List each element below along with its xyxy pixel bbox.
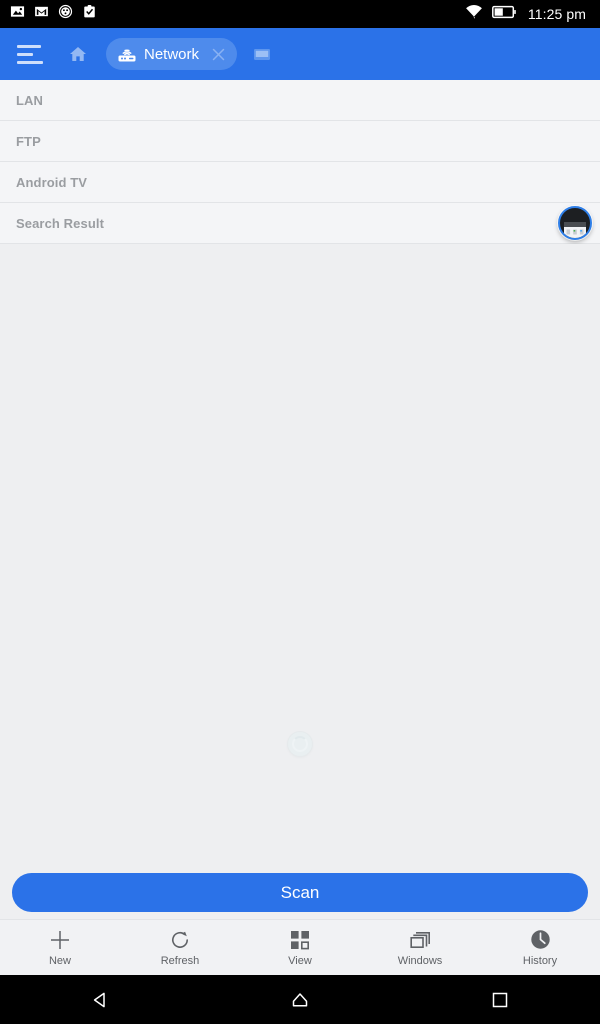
status-system-icons: 11:25 pm [465,4,586,24]
list-item[interactable]: LAN [0,80,600,121]
status-clock: 11:25 pm [527,6,586,22]
toolbar-item-windows[interactable]: Windows [360,920,480,975]
clipboard-check-notification-icon [82,4,97,24]
close-icon[interactable] [203,39,233,69]
clock-history-icon [530,929,551,951]
toolbar-item-refresh[interactable]: Refresh [120,920,240,975]
home-icon[interactable] [64,40,92,68]
network-source-list: LAN FTP Android TV Search Result [0,80,600,244]
toolbar-label: Windows [397,954,443,967]
list-item-label: Android TV [16,174,88,190]
app-screen: 11:25 pm Network LAN FTP Android TV Sear… [0,0,600,1024]
status-notification-icons [10,4,465,24]
floating-window-badge[interactable] [558,206,592,240]
toolbar-item-view[interactable]: View [240,920,360,975]
circle-dots-notification-icon [58,4,73,24]
home-house-icon[interactable] [200,990,400,1010]
list-item-label: LAN [16,92,44,108]
toolbar-label: History [522,954,558,967]
hamburger-menu-icon[interactable] [14,37,48,71]
plus-icon [49,929,71,951]
bottom-toolbar: New Refresh View Windows History [0,919,600,975]
toolbar-label: View [288,954,312,967]
toolbar-item-new[interactable]: New [0,920,120,975]
back-triangle-icon[interactable] [0,990,200,1010]
android-nav-bar [0,975,600,1024]
gmail-notification-icon [34,4,49,24]
list-item-label: FTP [16,133,41,149]
list-item[interactable]: FTP [0,121,600,162]
list-item[interactable]: Search Result [0,203,600,244]
toolbar-item-history[interactable]: History [480,920,600,975]
refresh-icon [169,929,191,951]
router-wifi-icon [117,46,137,63]
app-bar: Network [0,28,600,80]
wifi-icon [465,4,483,24]
android-status-bar: 11:25 pm [0,0,600,28]
loading-spinner [288,732,312,756]
windows-stack-icon [409,929,431,951]
display-monitor-icon[interactable] [249,41,275,67]
toolbar-label: Refresh [160,954,200,967]
recents-square-icon[interactable] [400,991,600,1009]
toolbar-label: New [48,954,71,967]
grid-view-icon [290,929,310,951]
photos-notification-icon [10,4,25,24]
list-item[interactable]: Android TV [0,162,600,203]
list-item-label: Search Result [16,215,105,231]
tab-network[interactable]: Network [106,38,238,70]
scan-button[interactable]: Scan [12,873,588,912]
battery-half-icon [491,5,516,24]
tab-network-label: Network [144,45,200,63]
scan-button-container: Scan [0,873,600,919]
content-area [0,244,600,873]
